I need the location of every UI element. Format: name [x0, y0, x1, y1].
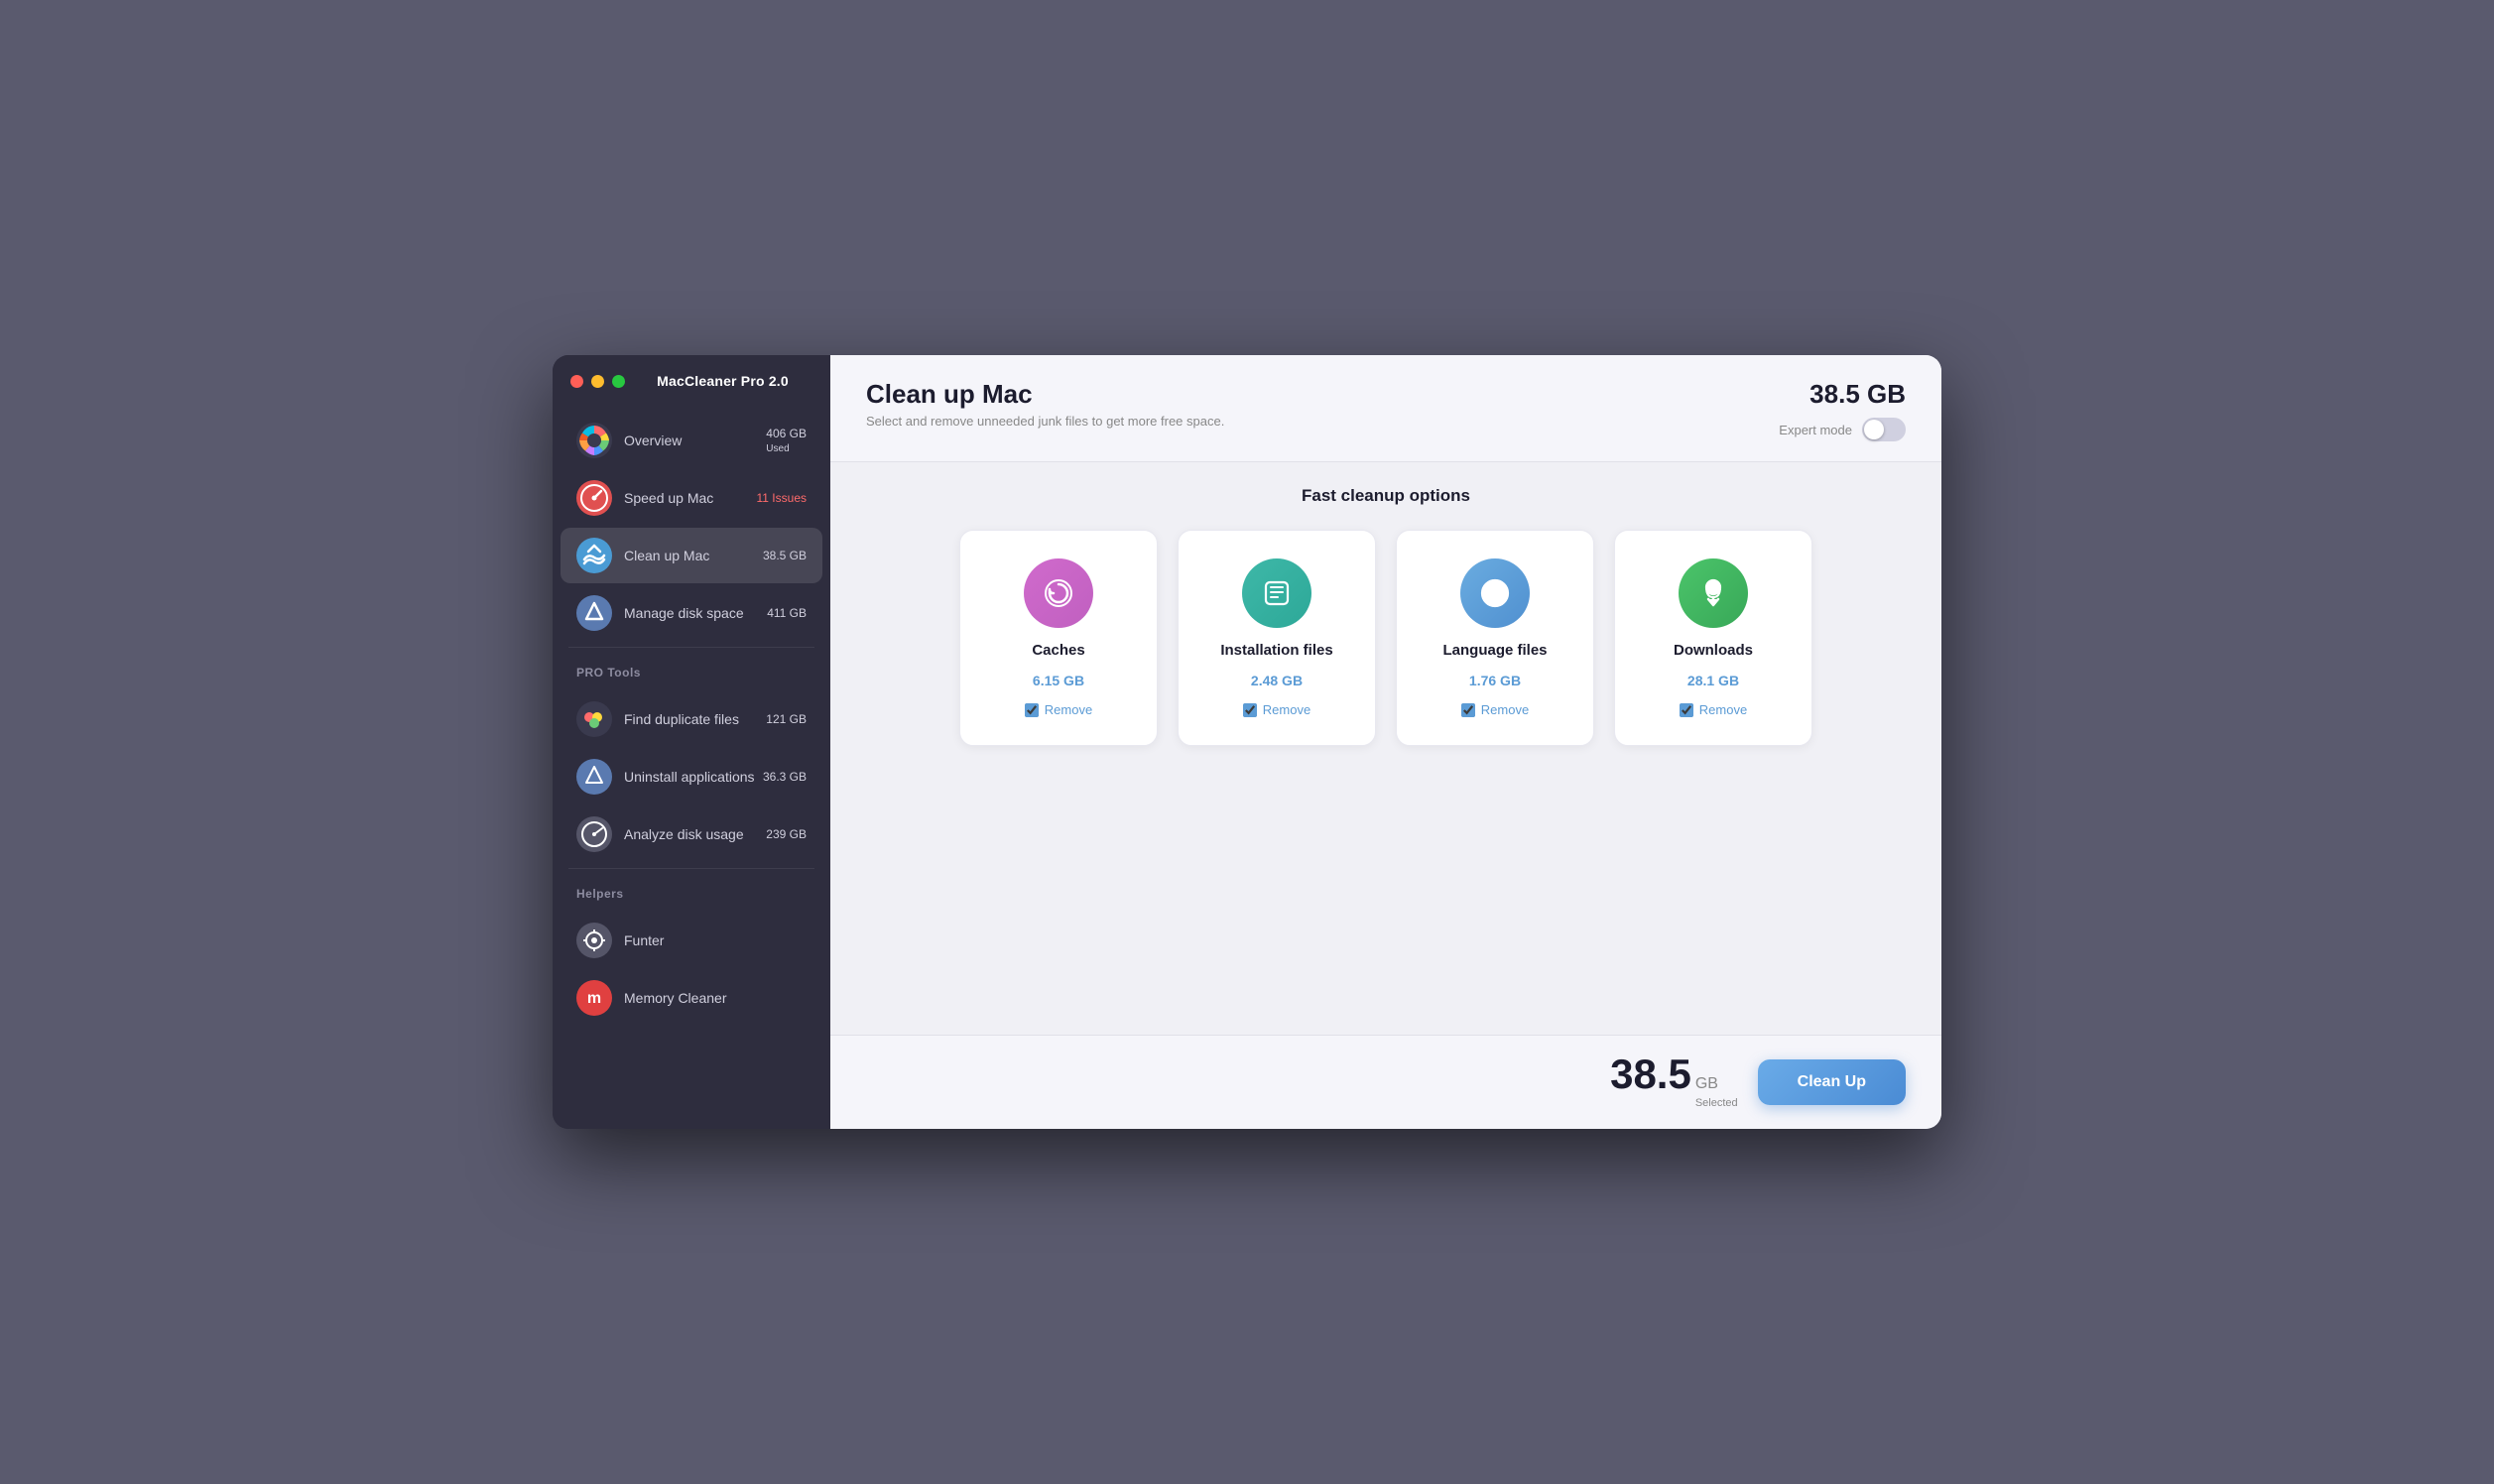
total-size: 38.5 GB	[1809, 379, 1906, 410]
overview-icon	[576, 423, 612, 458]
uninstall-badge: 36.3 GB	[763, 770, 807, 784]
title-block: Clean up Mac Select and remove unneeded …	[866, 379, 1224, 429]
expert-mode-row: Expert mode	[1779, 418, 1906, 441]
language-size: 1.76 GB	[1469, 673, 1521, 688]
section-title: Fast cleanup options	[866, 486, 1906, 506]
sidebar-item-cleanup[interactable]: Clean up Mac 38.5 GB	[561, 528, 822, 583]
expert-mode-label: Expert mode	[1779, 423, 1852, 437]
main-footer: 38.5 GB Selected Clean Up	[830, 1035, 1941, 1129]
caches-icon	[1024, 558, 1093, 628]
svg-text:m: m	[587, 990, 601, 1007]
close-button[interactable]	[570, 375, 583, 388]
sidebar-item-funter[interactable]: Funter	[561, 913, 822, 968]
sidebar-pro-nav: Find duplicate files 121 GB Uninstall ap…	[553, 685, 830, 864]
footer-size-unit: GB Selected	[1695, 1075, 1738, 1111]
downloads-remove[interactable]: Remove	[1680, 702, 1747, 717]
helpers-divider	[568, 868, 814, 869]
caches-name: Caches	[1032, 642, 1084, 659]
main-header: Clean up Mac Select and remove unneeded …	[830, 355, 1941, 462]
language-checkbox[interactable]	[1461, 703, 1475, 717]
maximize-button[interactable]	[612, 375, 625, 388]
duplicates-icon	[576, 701, 612, 737]
pro-section-label: PRO Tools	[553, 652, 830, 685]
sidebar: MacCleaner Pro 2.0	[553, 355, 830, 1129]
header-right: 38.5 GB Expert mode	[1779, 379, 1906, 441]
analyze-icon	[576, 816, 612, 852]
overview-label: Overview	[624, 433, 766, 448]
helpers-section-label: Helpers	[553, 873, 830, 907]
sidebar-item-analyze[interactable]: Analyze disk usage 239 GB	[561, 806, 822, 862]
sidebar-item-memory[interactable]: m Memory Cleaner	[561, 970, 822, 1026]
cleanup-label: Clean up Mac	[624, 548, 763, 563]
titlebar: MacCleaner Pro 2.0	[553, 355, 830, 407]
expert-mode-toggle[interactable]	[1862, 418, 1906, 441]
installation-checkbox[interactable]	[1243, 703, 1257, 717]
caches-remove-label: Remove	[1045, 702, 1092, 717]
app-title: MacCleaner Pro 2.0	[633, 373, 812, 389]
main-content: Clean up Mac Select and remove unneeded …	[830, 355, 1941, 1129]
sidebar-item-disk[interactable]: Manage disk space 411 GB	[561, 585, 822, 641]
card-language: Language files 1.76 GB Remove	[1396, 530, 1594, 746]
downloads-checkbox[interactable]	[1680, 703, 1693, 717]
analyze-badge: 239 GB	[766, 827, 807, 841]
language-remove-label: Remove	[1481, 702, 1529, 717]
funter-icon	[576, 923, 612, 958]
language-icon	[1460, 558, 1530, 628]
app-window: MacCleaner Pro 2.0	[553, 355, 1941, 1129]
footer-size: 38.5 GB Selected	[1610, 1053, 1738, 1111]
duplicates-label: Find duplicate files	[624, 711, 766, 727]
card-installation: Installation files 2.48 GB Remove	[1178, 530, 1376, 746]
analyze-label: Analyze disk usage	[624, 826, 766, 842]
cleanup-button[interactable]: Clean Up	[1758, 1059, 1906, 1105]
installation-size: 2.48 GB	[1251, 673, 1303, 688]
funter-label: Funter	[624, 932, 807, 948]
minimize-button[interactable]	[591, 375, 604, 388]
card-caches: Caches 6.15 GB Remove	[959, 530, 1158, 746]
language-remove[interactable]: Remove	[1461, 702, 1529, 717]
speedup-badge: 11 Issues	[757, 491, 807, 505]
speedup-label: Speed up Mac	[624, 490, 757, 506]
downloads-icon	[1679, 558, 1748, 628]
page-subtitle: Select and remove unneeded junk files to…	[866, 414, 1224, 429]
cleanup-icon	[576, 538, 612, 573]
language-name: Language files	[1442, 642, 1547, 659]
installation-remove[interactable]: Remove	[1243, 702, 1310, 717]
disk-badge: 411 GB	[767, 606, 807, 620]
uninstall-label: Uninstall applications	[624, 769, 763, 785]
page-title: Clean up Mac	[866, 379, 1224, 410]
downloads-size: 28.1 GB	[1687, 673, 1739, 688]
disk-icon	[576, 595, 612, 631]
memory-icon: m	[576, 980, 612, 1016]
uninstall-icon	[576, 759, 612, 795]
main-body: Fast cleanup options Caches 6.15 GB	[830, 462, 1941, 1035]
sidebar-item-uninstall[interactable]: Uninstall applications 36.3 GB	[561, 749, 822, 804]
caches-size: 6.15 GB	[1033, 673, 1084, 688]
sidebar-helpers-nav: Funter m Memory Cleaner	[553, 907, 830, 1028]
disk-label: Manage disk space	[624, 605, 767, 621]
installation-remove-label: Remove	[1263, 702, 1310, 717]
caches-remove[interactable]: Remove	[1025, 702, 1092, 717]
sidebar-item-overview[interactable]: Overview 406 GBUsed	[561, 413, 822, 468]
cleanup-cards: Caches 6.15 GB Remove	[866, 530, 1906, 746]
caches-checkbox[interactable]	[1025, 703, 1039, 717]
installation-icon	[1242, 558, 1311, 628]
sidebar-main-nav: Overview 406 GBUsed Speed up Mac 11 Issu…	[553, 407, 830, 643]
pro-divider	[568, 647, 814, 648]
overview-badge: 406 GBUsed	[766, 427, 807, 454]
card-downloads: Downloads 28.1 GB Remove	[1614, 530, 1812, 746]
footer-size-number: 38.5	[1610, 1053, 1691, 1095]
cleanup-badge: 38.5 GB	[763, 549, 807, 562]
installation-name: Installation files	[1220, 642, 1332, 659]
duplicates-badge: 121 GB	[766, 712, 807, 726]
speedup-icon	[576, 480, 612, 516]
sidebar-item-duplicates[interactable]: Find duplicate files 121 GB	[561, 691, 822, 747]
downloads-remove-label: Remove	[1699, 702, 1747, 717]
memory-label: Memory Cleaner	[624, 990, 807, 1006]
downloads-name: Downloads	[1674, 642, 1753, 659]
sidebar-item-speedup[interactable]: Speed up Mac 11 Issues	[561, 470, 822, 526]
